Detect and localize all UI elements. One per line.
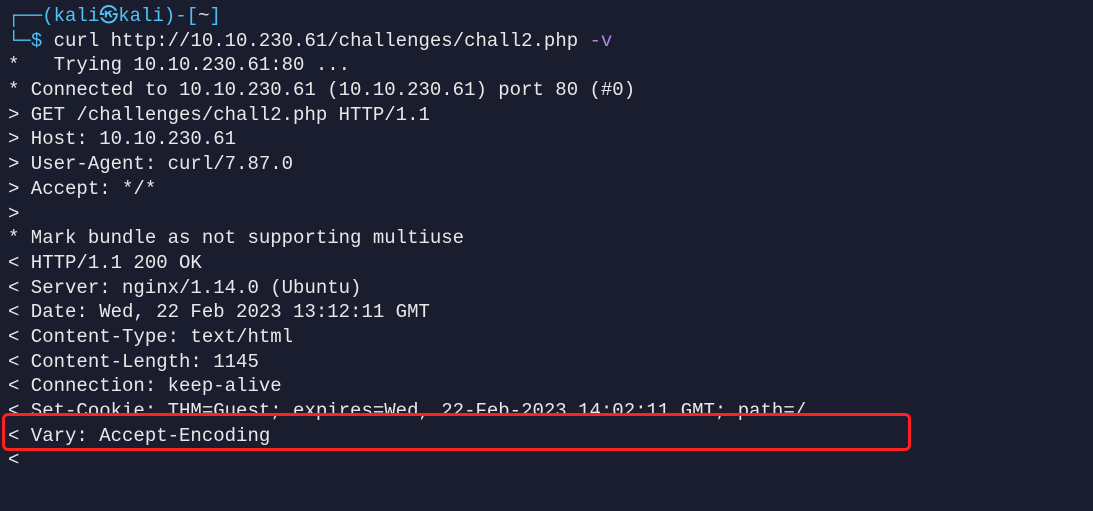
prompt-prefix: ┌──( (8, 5, 54, 27)
output-line-highlighted: < Set-Cookie: THM=Guest; expires=Wed, 22… (8, 399, 1085, 424)
prompt-dollar: $ (31, 30, 42, 52)
output-line: < Connection: keep-alive (8, 374, 1085, 399)
output-line: < Date: Wed, 22 Feb 2023 13:12:11 GMT (8, 300, 1085, 325)
prompt-line-2[interactable]: └─$ curl http://10.10.230.61/challenges/… (8, 29, 1085, 54)
output-line: > User-Agent: curl/7.87.0 (8, 152, 1085, 177)
output-line: * Mark bundle as not supporting multiuse (8, 226, 1085, 251)
output-line: > GET /challenges/chall2.php HTTP/1.1 (8, 103, 1085, 128)
command-flag: -v (590, 30, 613, 52)
output-line: < Content-Length: 1145 (8, 350, 1085, 375)
output-line: * Connected to 10.10.230.61 (10.10.230.6… (8, 78, 1085, 103)
output-line: > (8, 202, 1085, 227)
prompt-suffix: )-[ (164, 5, 198, 27)
output-line: > Host: 10.10.230.61 (8, 127, 1085, 152)
prompt-line2-prefix: └─ (8, 30, 31, 52)
command-name: curl (54, 30, 100, 52)
prompt-host: kali (118, 5, 164, 27)
command-url: http://10.10.230.61/challenges/chall2.ph… (111, 30, 578, 52)
output-line: < Vary: Accept-Encoding (8, 424, 1085, 449)
output-line: > Accept: */* (8, 177, 1085, 202)
prompt-user: kali (54, 5, 100, 27)
output-line: < (8, 448, 1085, 473)
output-line: < Content-Type: text/html (8, 325, 1085, 350)
prompt-end: ] (209, 5, 220, 27)
output-line: < Server: nginx/1.14.0 (Ubuntu) (8, 276, 1085, 301)
prompt-line-1: ┌──(kali㉿kali)-[~] (8, 4, 1085, 29)
output-line: * Trying 10.10.230.61:80 ... (8, 53, 1085, 78)
prompt-skull: ㉿ (99, 5, 118, 27)
output-line: < HTTP/1.1 200 OK (8, 251, 1085, 276)
prompt-path: ~ (198, 5, 209, 27)
